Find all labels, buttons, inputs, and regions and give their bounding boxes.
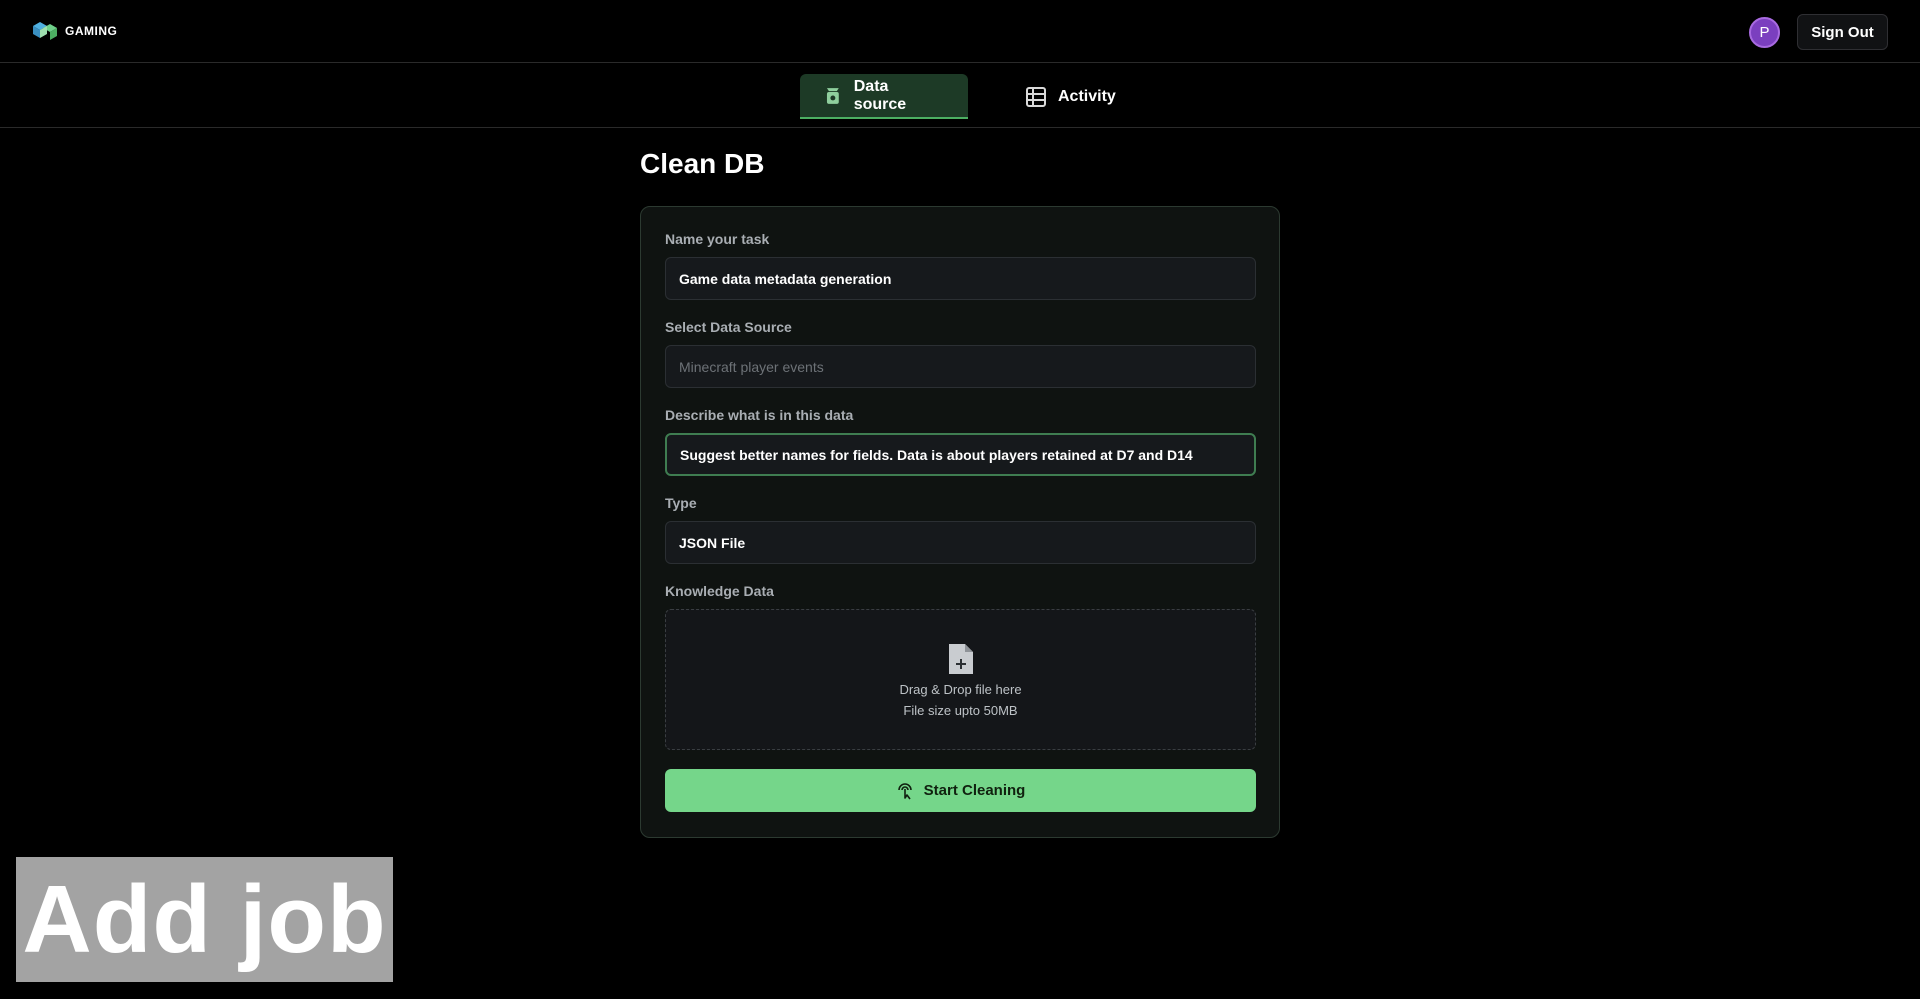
tab-label: Activity [1058, 87, 1116, 105]
avatar[interactable]: P [1749, 17, 1780, 48]
description-input[interactable]: Suggest better names for fields. Data is… [665, 433, 1256, 476]
logo[interactable]: GAMING [31, 20, 117, 42]
start-cleaning-button[interactable]: Start Cleaning [665, 769, 1256, 812]
task-name-input[interactable]: Game data metadata generation [665, 257, 1256, 300]
tab-label: Data source [853, 77, 907, 113]
data-source-icon [826, 87, 839, 104]
start-cleaning-label: Start Cleaning [923, 782, 1026, 799]
data-source-label: Select Data Source [665, 319, 792, 335]
logo-text: GAMING [65, 24, 118, 38]
add-file-icon [948, 643, 973, 674]
description-label: Describe what is in this data [665, 407, 854, 423]
logo-icon [33, 22, 57, 40]
sign-out-button[interactable]: Sign Out [1797, 14, 1888, 50]
knowledge-data-label: Knowledge Data [665, 583, 774, 599]
data-source-select[interactable]: Minecraft player events [665, 345, 1256, 388]
type-label: Type [665, 495, 697, 511]
type-select[interactable]: JSON File [665, 521, 1256, 564]
dropzone-size-limit: File size upto 50MB [903, 702, 1018, 718]
file-dropzone[interactable]: Drag & Drop file here File size upto 50M… [665, 609, 1256, 750]
page-title: Clean DB [640, 148, 765, 179]
task-name-label: Name your task [665, 231, 770, 247]
tab-data-source[interactable]: Data source [800, 74, 968, 119]
add-job-caption: Add job [16, 857, 393, 982]
add-job-form: Name your task Game data metadata genera… [640, 206, 1280, 838]
activity-list-icon [1026, 86, 1046, 107]
top-bar: GAMING P Sign Out [0, 0, 1920, 63]
touch-pointer-icon [897, 782, 912, 799]
tab-activity[interactable]: Activity [1002, 74, 1140, 119]
tab-bar: Data source Activity [0, 63, 1920, 128]
dropzone-text: Drag & Drop file here [899, 681, 1022, 697]
